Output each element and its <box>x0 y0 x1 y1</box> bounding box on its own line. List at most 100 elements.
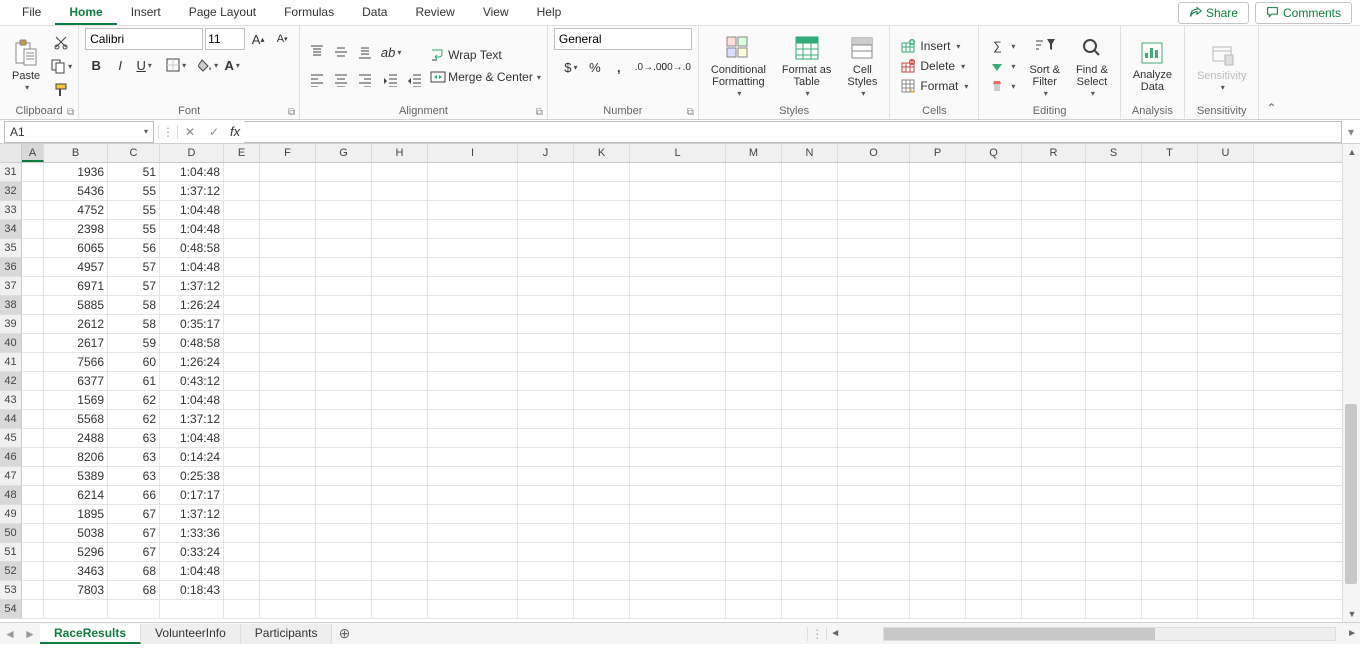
cell[interactable] <box>1142 296 1198 314</box>
dialog-launcher-icon[interactable]: ⧉ <box>536 107 543 118</box>
cell[interactable] <box>910 448 966 466</box>
cell[interactable] <box>260 258 316 276</box>
cell[interactable] <box>1198 182 1254 200</box>
cell[interactable] <box>1022 296 1086 314</box>
cell[interactable] <box>1142 372 1198 390</box>
cell[interactable]: 7566 <box>44 353 108 371</box>
cell[interactable] <box>1022 315 1086 333</box>
cell[interactable] <box>910 372 966 390</box>
cell[interactable] <box>726 182 782 200</box>
cell[interactable] <box>260 277 316 295</box>
cell[interactable] <box>372 277 428 295</box>
cell[interactable] <box>630 296 726 314</box>
cell[interactable] <box>1086 220 1142 238</box>
cell[interactable] <box>838 429 910 447</box>
cell[interactable] <box>782 562 838 580</box>
cell[interactable] <box>966 334 1022 352</box>
cell[interactable] <box>782 410 838 428</box>
cell[interactable] <box>838 581 910 599</box>
cell[interactable]: 0:18:43 <box>160 581 224 599</box>
vertical-scrollbar[interactable]: ▲ ▼ <box>1342 144 1360 622</box>
cell[interactable] <box>316 391 372 409</box>
cell[interactable] <box>372 543 428 561</box>
cell[interactable] <box>910 239 966 257</box>
cell[interactable] <box>316 410 372 428</box>
cell[interactable] <box>966 315 1022 333</box>
cell[interactable] <box>782 239 838 257</box>
cell[interactable] <box>518 429 574 447</box>
cell[interactable] <box>838 182 910 200</box>
align-left-button[interactable] <box>306 69 328 91</box>
orientation-button[interactable]: ab▾ <box>380 41 402 63</box>
column-header-B[interactable]: B <box>44 144 108 162</box>
cell[interactable] <box>1086 429 1142 447</box>
cell[interactable] <box>1022 486 1086 504</box>
cell[interactable] <box>966 258 1022 276</box>
cell[interactable] <box>518 372 574 390</box>
cell[interactable] <box>838 277 910 295</box>
column-header-I[interactable]: I <box>428 144 518 162</box>
horizontal-scrollbar[interactable] <box>883 627 1336 641</box>
cell[interactable]: 4957 <box>44 258 108 276</box>
menu-item-file[interactable]: File <box>8 1 55 25</box>
cell[interactable] <box>372 562 428 580</box>
cell[interactable] <box>966 201 1022 219</box>
cell[interactable] <box>838 315 910 333</box>
cell[interactable] <box>316 486 372 504</box>
cell[interactable] <box>1022 410 1086 428</box>
bold-button[interactable]: B <box>85 54 107 76</box>
row-header[interactable]: 45 <box>0 429 22 448</box>
cell[interactable] <box>1142 524 1198 542</box>
cell[interactable] <box>316 448 372 466</box>
cell[interactable] <box>428 410 518 428</box>
cell[interactable] <box>966 372 1022 390</box>
cell[interactable] <box>574 296 630 314</box>
cell[interactable] <box>910 201 966 219</box>
cell[interactable]: 1:26:24 <box>160 296 224 314</box>
cell[interactable]: 1:37:12 <box>160 277 224 295</box>
cell[interactable] <box>838 353 910 371</box>
cell[interactable] <box>1198 220 1254 238</box>
cell[interactable] <box>316 182 372 200</box>
cell[interactable] <box>1086 448 1142 466</box>
cell[interactable]: 3463 <box>44 562 108 580</box>
cell[interactable] <box>1142 581 1198 599</box>
cell[interactable]: 58 <box>108 296 160 314</box>
cell[interactable] <box>574 486 630 504</box>
cell[interactable] <box>518 315 574 333</box>
cell[interactable] <box>574 505 630 523</box>
cell[interactable]: 1:04:48 <box>160 201 224 219</box>
cell[interactable] <box>1142 600 1198 618</box>
cell[interactable] <box>372 410 428 428</box>
cell[interactable] <box>630 258 726 276</box>
cell[interactable] <box>224 600 260 618</box>
cell[interactable] <box>1086 239 1142 257</box>
column-header-S[interactable]: S <box>1086 144 1142 162</box>
cell[interactable] <box>224 581 260 599</box>
cell[interactable] <box>630 524 726 542</box>
cell[interactable] <box>1086 258 1142 276</box>
cell[interactable] <box>428 372 518 390</box>
merge-center-button[interactable]: Merge & Center ▾ <box>430 69 541 85</box>
cell[interactable] <box>1142 448 1198 466</box>
cells-area[interactable]: 1936511:04:485436551:37:124752551:04:482… <box>22 163 1342 619</box>
add-sheet-button[interactable]: ⊕ <box>332 625 356 642</box>
cell[interactable] <box>1198 410 1254 428</box>
cell[interactable] <box>428 600 518 618</box>
cell[interactable] <box>910 182 966 200</box>
cell[interactable] <box>1022 258 1086 276</box>
cell[interactable] <box>1022 562 1086 580</box>
cell[interactable] <box>1022 372 1086 390</box>
cell[interactable] <box>1142 201 1198 219</box>
cell[interactable] <box>910 315 966 333</box>
prev-sheet-button[interactable]: ◄ <box>0 627 20 641</box>
column-header-Q[interactable]: Q <box>966 144 1022 162</box>
row-header[interactable]: 39 <box>0 315 22 334</box>
cell[interactable]: 2488 <box>44 429 108 447</box>
cell[interactable] <box>1198 163 1254 181</box>
cell[interactable]: 1:33:36 <box>160 524 224 542</box>
cell[interactable] <box>630 201 726 219</box>
cell[interactable] <box>966 581 1022 599</box>
cell[interactable] <box>574 163 630 181</box>
cell[interactable]: 68 <box>108 581 160 599</box>
